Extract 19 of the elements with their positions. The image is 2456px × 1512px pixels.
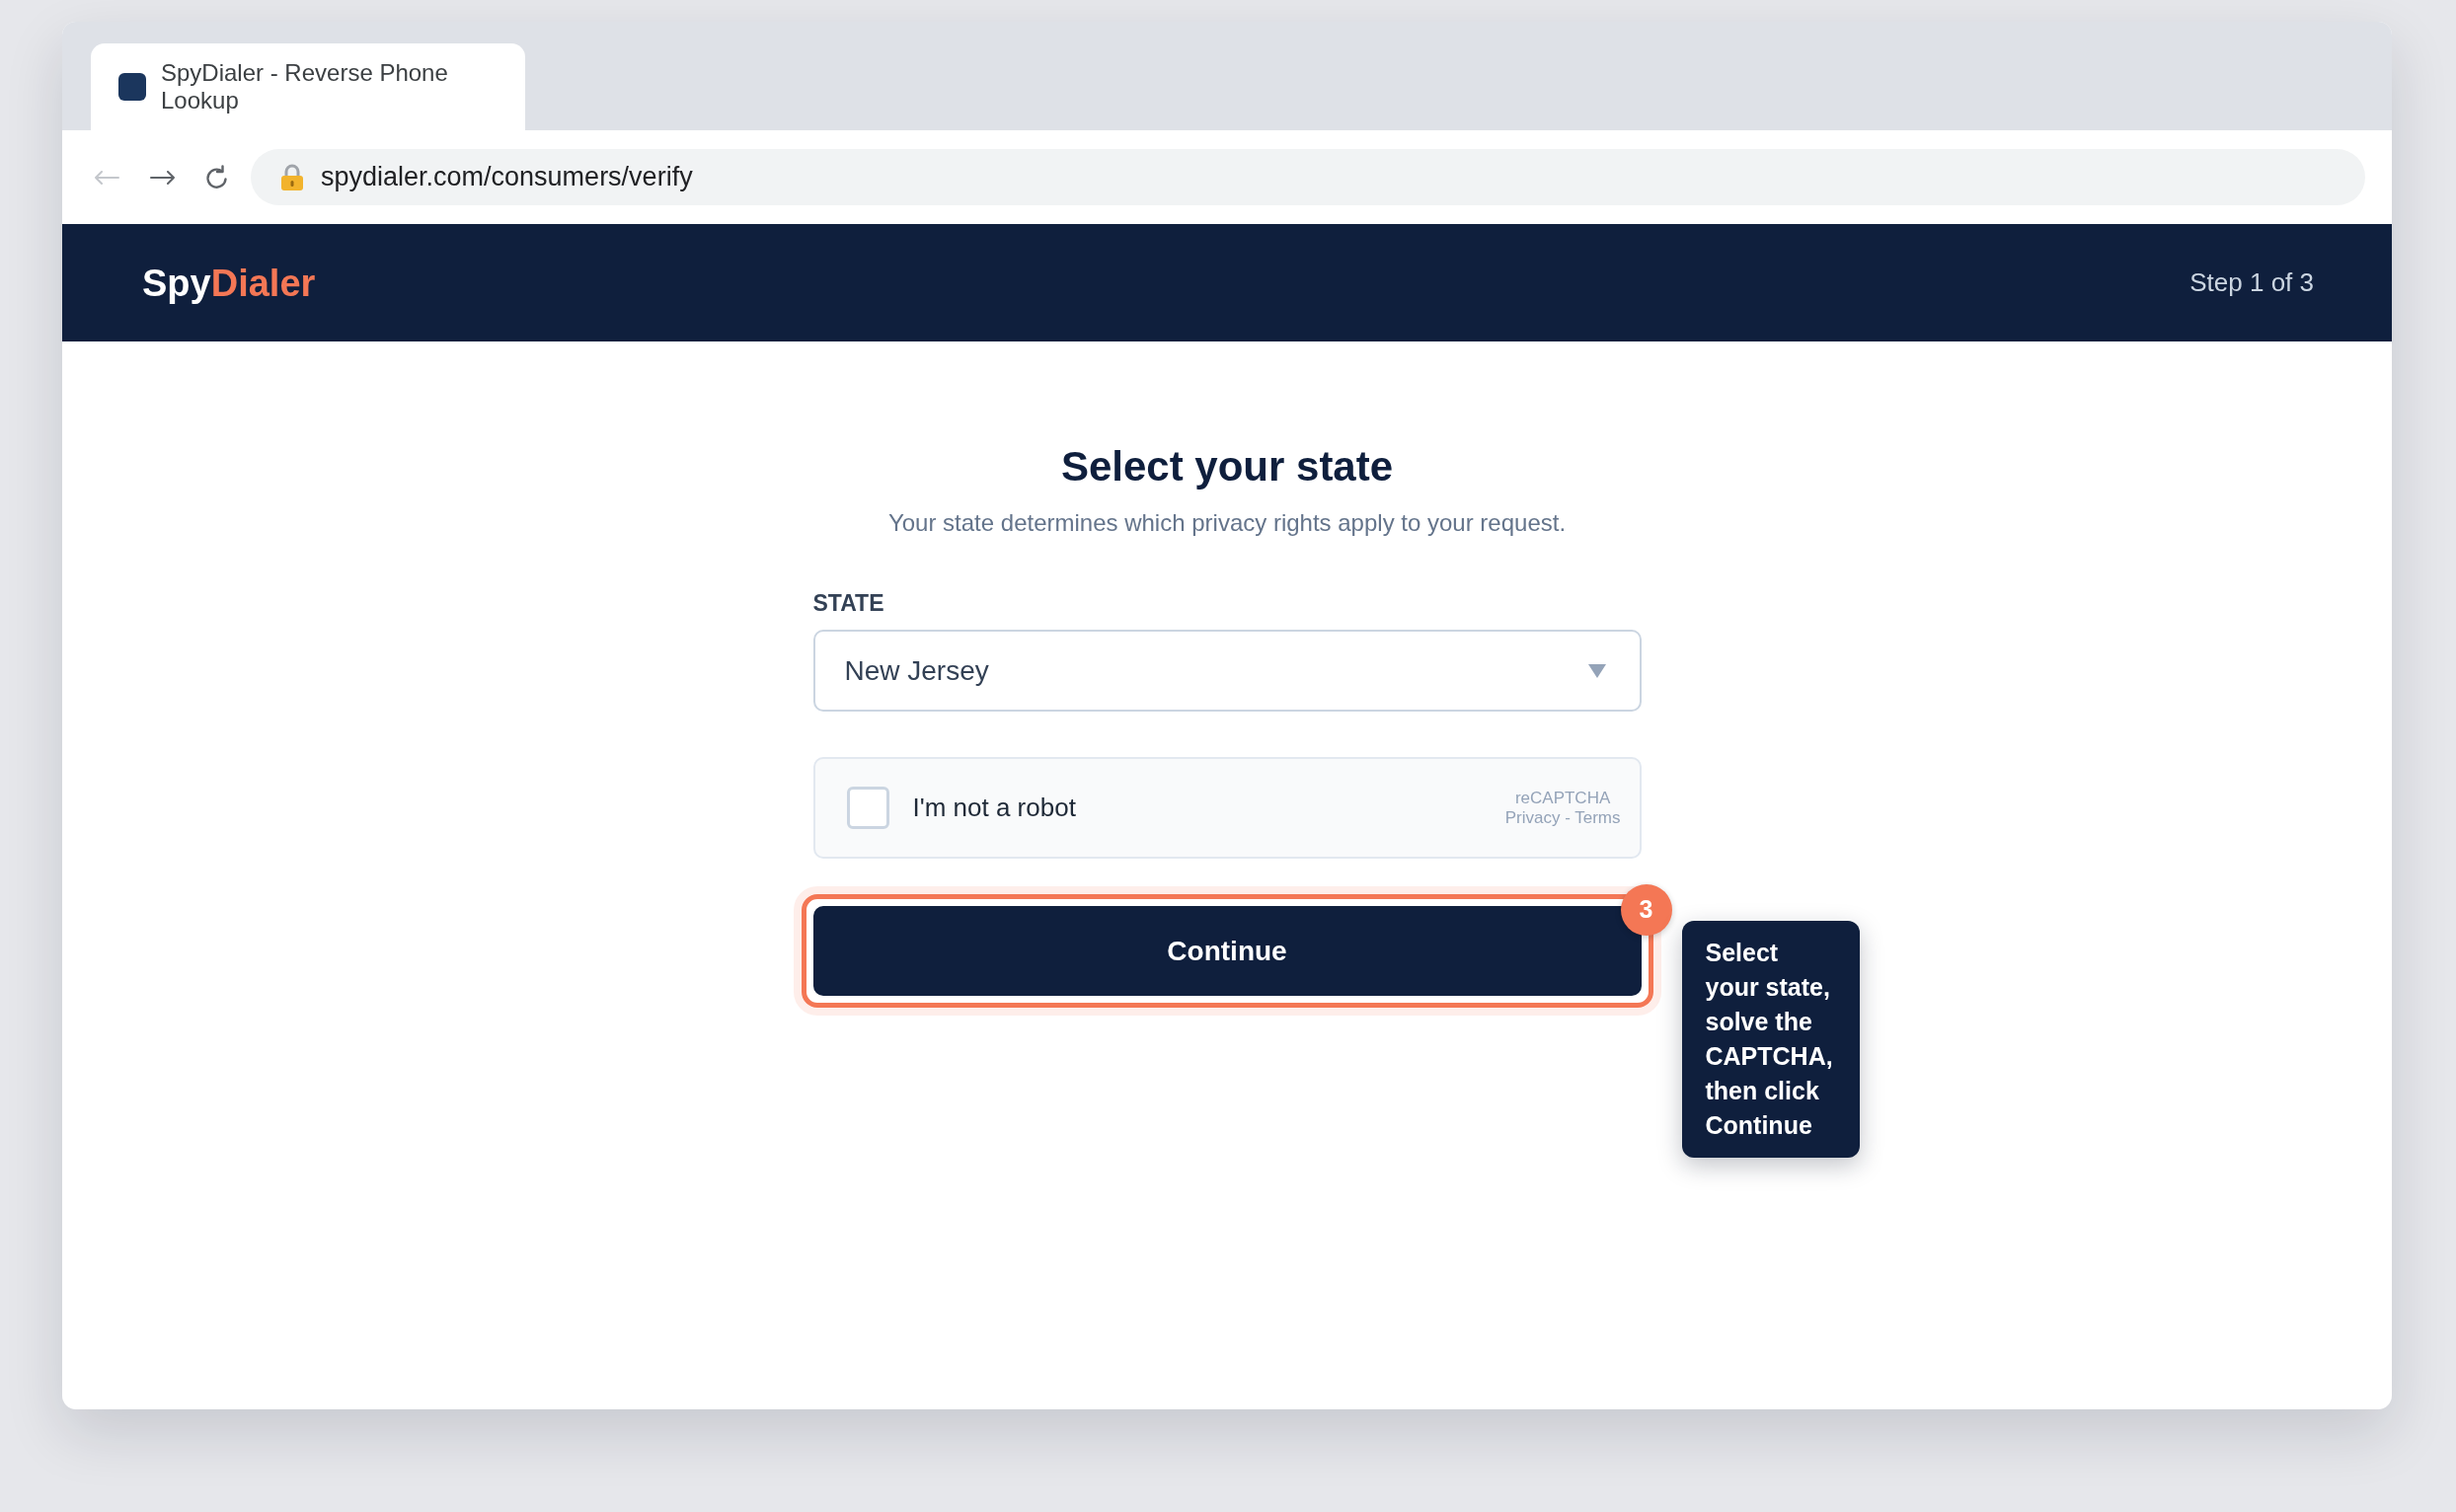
step-indicator: Step 1 of 3	[2189, 266, 2314, 299]
tab-title: SpyDialer - Reverse Phone Lookup	[161, 59, 449, 114]
favicon-icon	[118, 73, 146, 101]
field-label: STATE	[812, 589, 884, 617]
state-select[interactable]: New Jersey	[812, 630, 1642, 712]
logo[interactable]: SpyDialer	[142, 261, 316, 305]
captcha-checkbox[interactable]	[846, 787, 889, 829]
page-subtitle: Your state determines which privacy rights apply to your request.	[887, 508, 1567, 538]
reload-icon[interactable]	[205, 164, 229, 190]
captcha-label: I'm not a robot	[912, 792, 1076, 824]
step-badge: 3	[1620, 884, 1672, 936]
url-field[interactable]: spydialer.com/consumers/verify	[251, 149, 2365, 205]
lock-icon	[280, 163, 304, 191]
forward-arrow-icon[interactable]	[150, 170, 176, 185]
page-title: Select your state	[1060, 442, 1394, 491]
guide-tooltip: Select your state, solve the CAPTCHA, then click Continue	[1681, 921, 1860, 1158]
captcha-brand: reCAPTCHA	[1514, 788, 1611, 808]
browser-tab[interactable]: SpyDialer - Reverse Phone Lookup	[91, 43, 525, 130]
caret-icon	[1587, 663, 1606, 678]
